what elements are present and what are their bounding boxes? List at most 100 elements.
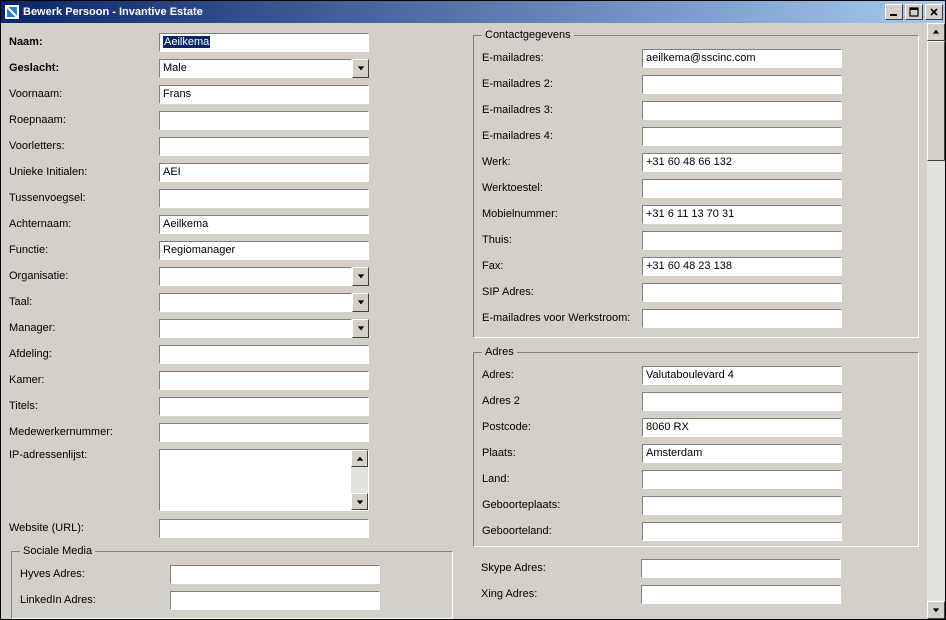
- close-button[interactable]: [925, 4, 943, 20]
- titels-field[interactable]: [159, 397, 369, 416]
- xing-field[interactable]: [641, 585, 841, 604]
- organisatie-combo[interactable]: [159, 267, 369, 286]
- naam-field[interactable]: Aeilkema: [159, 33, 369, 52]
- titlebar: Bewerk Persoon - Invantive Estate: [1, 1, 945, 23]
- window: Bewerk Persoon - Invantive Estate Naam: …: [0, 0, 946, 620]
- plaats-field[interactable]: Amsterdam: [642, 444, 842, 463]
- afdeling-field[interactable]: [159, 345, 369, 364]
- form-content: Naam: Aeilkema Geslacht: Male Voornaam: …: [1, 23, 927, 619]
- app-icon: [5, 5, 19, 19]
- sociale-media-legend: Sociale Media: [20, 545, 95, 557]
- label-thuis: Thuis:: [482, 234, 642, 246]
- label-mobiel: Mobielnummer:: [482, 208, 642, 220]
- label-plaats: Plaats:: [482, 447, 642, 459]
- land-field[interactable]: [642, 470, 842, 489]
- email1-field[interactable]: aeilkema@sscinc.com: [642, 49, 842, 68]
- scroll-up-button[interactable]: [351, 450, 368, 467]
- geslacht-combo[interactable]: Male: [159, 59, 369, 78]
- contact-legend: Contactgegevens: [482, 29, 574, 41]
- ipadressen-field[interactable]: [159, 449, 369, 511]
- emailwerkstroom-field[interactable]: [642, 309, 842, 328]
- label-roepnaam: Roepnaam:: [9, 114, 159, 126]
- manager-dropdown-button[interactable]: [352, 319, 369, 338]
- thuis-field[interactable]: [642, 231, 842, 250]
- geboorteland-field[interactable]: [642, 522, 842, 541]
- voorletters-field[interactable]: [159, 137, 369, 156]
- label-achternaam: Achternaam:: [9, 218, 159, 230]
- adres-group: Adres Adres: Valutaboulevard 4 Adres 2 P…: [473, 346, 919, 547]
- label-geslacht: Geslacht:: [9, 62, 159, 74]
- label-land: Land:: [482, 473, 642, 485]
- geslacht-dropdown-button[interactable]: [352, 59, 369, 78]
- functie-field[interactable]: Regiomanager: [159, 241, 369, 260]
- scroll-down-button[interactable]: [351, 493, 368, 510]
- medewerkernr-field[interactable]: [159, 423, 369, 442]
- achternaam-field[interactable]: Aeilkema: [159, 215, 369, 234]
- label-xing: Xing Adres:: [481, 588, 641, 600]
- taal-dropdown-button[interactable]: [352, 293, 369, 312]
- label-email1: E-mailadres:: [482, 52, 642, 64]
- label-hyves: Hyves Adres:: [20, 568, 170, 580]
- scroll-down-button[interactable]: [927, 601, 945, 619]
- label-sip: SIP Adres:: [482, 286, 642, 298]
- linkedin-field[interactable]: [170, 591, 380, 610]
- minimize-button[interactable]: [885, 4, 903, 20]
- scroll-track[interactable]: [351, 467, 368, 493]
- sociale-right: Skype Adres: Xing Adres:: [473, 547, 919, 607]
- maximize-button[interactable]: [905, 4, 923, 20]
- adres2-field[interactable]: [642, 392, 842, 411]
- kamer-field[interactable]: [159, 371, 369, 390]
- label-adres1: Adres:: [482, 369, 642, 381]
- window-title: Bewerk Persoon - Invantive Estate: [23, 6, 883, 18]
- label-fax: Fax:: [482, 260, 642, 272]
- roepnaam-field[interactable]: [159, 111, 369, 130]
- right-column: Contactgegevens E-mailadres: aeilkema@ss…: [473, 29, 919, 619]
- organisatie-dropdown-button[interactable]: [352, 267, 369, 286]
- email2-field[interactable]: [642, 75, 842, 94]
- label-website: Website (URL):: [9, 522, 159, 534]
- sip-field[interactable]: [642, 283, 842, 302]
- skype-field[interactable]: [641, 559, 841, 578]
- email3-field[interactable]: [642, 101, 842, 120]
- postcode-field[interactable]: 8060 RX: [642, 418, 842, 437]
- website-field[interactable]: [159, 519, 369, 538]
- label-voorletters: Voorletters:: [9, 140, 159, 152]
- label-skype: Skype Adres:: [481, 562, 641, 574]
- label-kamer: Kamer:: [9, 374, 159, 386]
- label-naam: Naam:: [9, 36, 159, 48]
- email4-field[interactable]: [642, 127, 842, 146]
- mobiel-field[interactable]: +31 6 11 13 70 31: [642, 205, 842, 224]
- voornaam-field[interactable]: Frans: [159, 85, 369, 104]
- label-linkedin: LinkedIn Adres:: [20, 594, 170, 606]
- label-ipadressen: IP-adressenlijst:: [9, 449, 159, 461]
- manager-combo[interactable]: [159, 319, 369, 338]
- werk-field[interactable]: +31 60 48 66 132: [642, 153, 842, 172]
- label-geboorteplaats: Geboorteplaats:: [482, 499, 642, 511]
- werktoestel-field[interactable]: [642, 179, 842, 198]
- adres-legend: Adres: [482, 346, 517, 358]
- initialen-field[interactable]: AEI: [159, 163, 369, 182]
- label-werktoestel: Werktoestel:: [482, 182, 642, 194]
- scroll-track[interactable]: [927, 161, 945, 601]
- label-email4: E-mailadres 4:: [482, 130, 642, 142]
- hyves-field[interactable]: [170, 565, 380, 584]
- label-organisatie: Organisatie:: [9, 270, 159, 282]
- left-column: Naam: Aeilkema Geslacht: Male Voornaam: …: [9, 29, 455, 619]
- adres1-field[interactable]: Valutaboulevard 4: [642, 366, 842, 385]
- label-titels: Titels:: [9, 400, 159, 412]
- label-werk: Werk:: [482, 156, 642, 168]
- label-afdeling: Afdeling:: [9, 348, 159, 360]
- tussenvoegsel-field[interactable]: [159, 189, 369, 208]
- label-email2: E-mailadres 2:: [482, 78, 642, 90]
- geboorteplaats-field[interactable]: [642, 496, 842, 515]
- label-medewerkernr: Medewerkernummer:: [9, 426, 159, 438]
- ipadressen-scrollbar[interactable]: [351, 450, 368, 510]
- scroll-up-button[interactable]: [927, 23, 945, 41]
- vertical-scrollbar[interactable]: [927, 23, 945, 619]
- client-area: Naam: Aeilkema Geslacht: Male Voornaam: …: [1, 23, 945, 619]
- taal-combo[interactable]: [159, 293, 369, 312]
- titlebar-buttons: [883, 4, 945, 20]
- label-voornaam: Voornaam:: [9, 88, 159, 100]
- fax-field[interactable]: +31 60 48 23 138: [642, 257, 842, 276]
- scroll-thumb[interactable]: [927, 41, 945, 161]
